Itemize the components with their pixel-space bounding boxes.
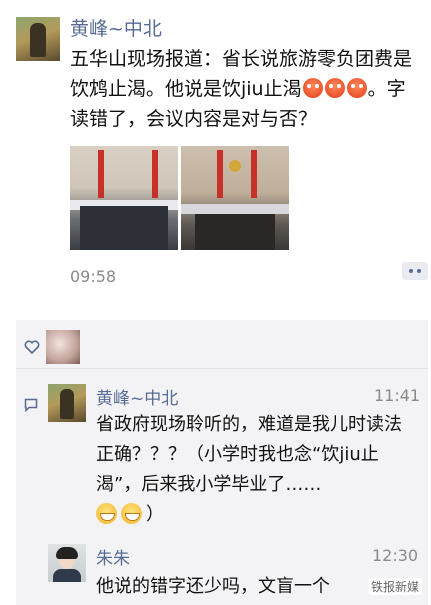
author-avatar[interactable] — [16, 17, 60, 61]
grinning-face-emoji-icon — [96, 503, 117, 524]
post-text: 五华山现场报道：省长说旅游零负团费是饮鸩止渴。他说是饮jiu止渴 。字读错了，会议… — [70, 44, 420, 134]
heart-icon — [24, 340, 40, 354]
more-actions-button[interactable] — [402, 262, 428, 280]
liker-avatar[interactable] — [46, 330, 80, 364]
grinning-face-emoji-icon — [121, 503, 142, 524]
angry-face-emoji-icon — [302, 78, 323, 98]
post-photo-1[interactable] — [70, 146, 178, 250]
comment-text: 省政府现场聆听的，难道是我儿时读法正确？？？（小学时我也念“饮jiu止渴”，后来… — [96, 410, 418, 530]
comment-time: 12:30 — [372, 546, 419, 565]
likes-row — [16, 320, 428, 369]
post-photo-2[interactable] — [181, 146, 289, 250]
angry-face-emoji-icon — [346, 78, 367, 98]
commenter-avatar[interactable] — [48, 384, 86, 422]
commenter-avatar[interactable] — [48, 544, 86, 582]
watermark: 铁报新媒 — [368, 578, 423, 595]
commenter-name[interactable]: 朱朱 — [96, 544, 130, 569]
comment-section: 黄峰~中北 11:41 省政府现场聆听的，难道是我儿时读法正确？？？（小学时我也… — [16, 320, 428, 605]
comment-time: 11:41 — [374, 386, 421, 405]
post-author-name[interactable]: 黄峰~中北 — [70, 14, 162, 41]
angry-face-emoji-icon — [324, 78, 345, 98]
comment-icon — [24, 398, 38, 412]
comment-text-main: 省政府现场聆听的，难道是我儿时读法正确？？？（小学时我也念“饮jiu止渴”，后来… — [96, 414, 402, 495]
comment-text-tail: ） — [146, 504, 164, 525]
post-time: 09:58 — [70, 267, 117, 286]
commenter-name[interactable]: 黄峰~中北 — [96, 384, 178, 409]
